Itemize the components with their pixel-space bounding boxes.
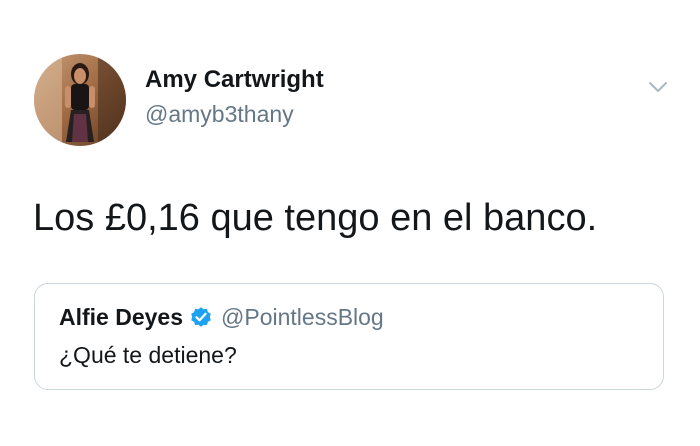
quoted-tweet-text: ¿Qué te detiene?: [59, 342, 237, 368]
quoted-tweet[interactable]: Alfie Deyes @PointlessBlog ¿Qué te detie…: [34, 283, 664, 390]
quoted-author-handle[interactable]: @PointlessBlog: [221, 304, 384, 331]
tweet-text: Los £0,16 que tengo en el banco.: [33, 197, 598, 239]
chevron-down-icon[interactable]: [646, 78, 670, 96]
quoted-author-display-name[interactable]: Alfie Deyes: [59, 304, 183, 331]
author-handle[interactable]: @amyb3thany: [145, 101, 294, 128]
author-display-name[interactable]: Amy Cartwright: [145, 66, 324, 94]
quoted-tweet-header: Alfie Deyes @PointlessBlog: [59, 301, 384, 333]
tweet-card: Amy Cartwright @amyb3thany Los £0,16 que…: [0, 0, 700, 446]
avatar-photo: [34, 54, 126, 146]
verified-badge-icon: [191, 307, 211, 327]
avatar[interactable]: [34, 54, 126, 146]
